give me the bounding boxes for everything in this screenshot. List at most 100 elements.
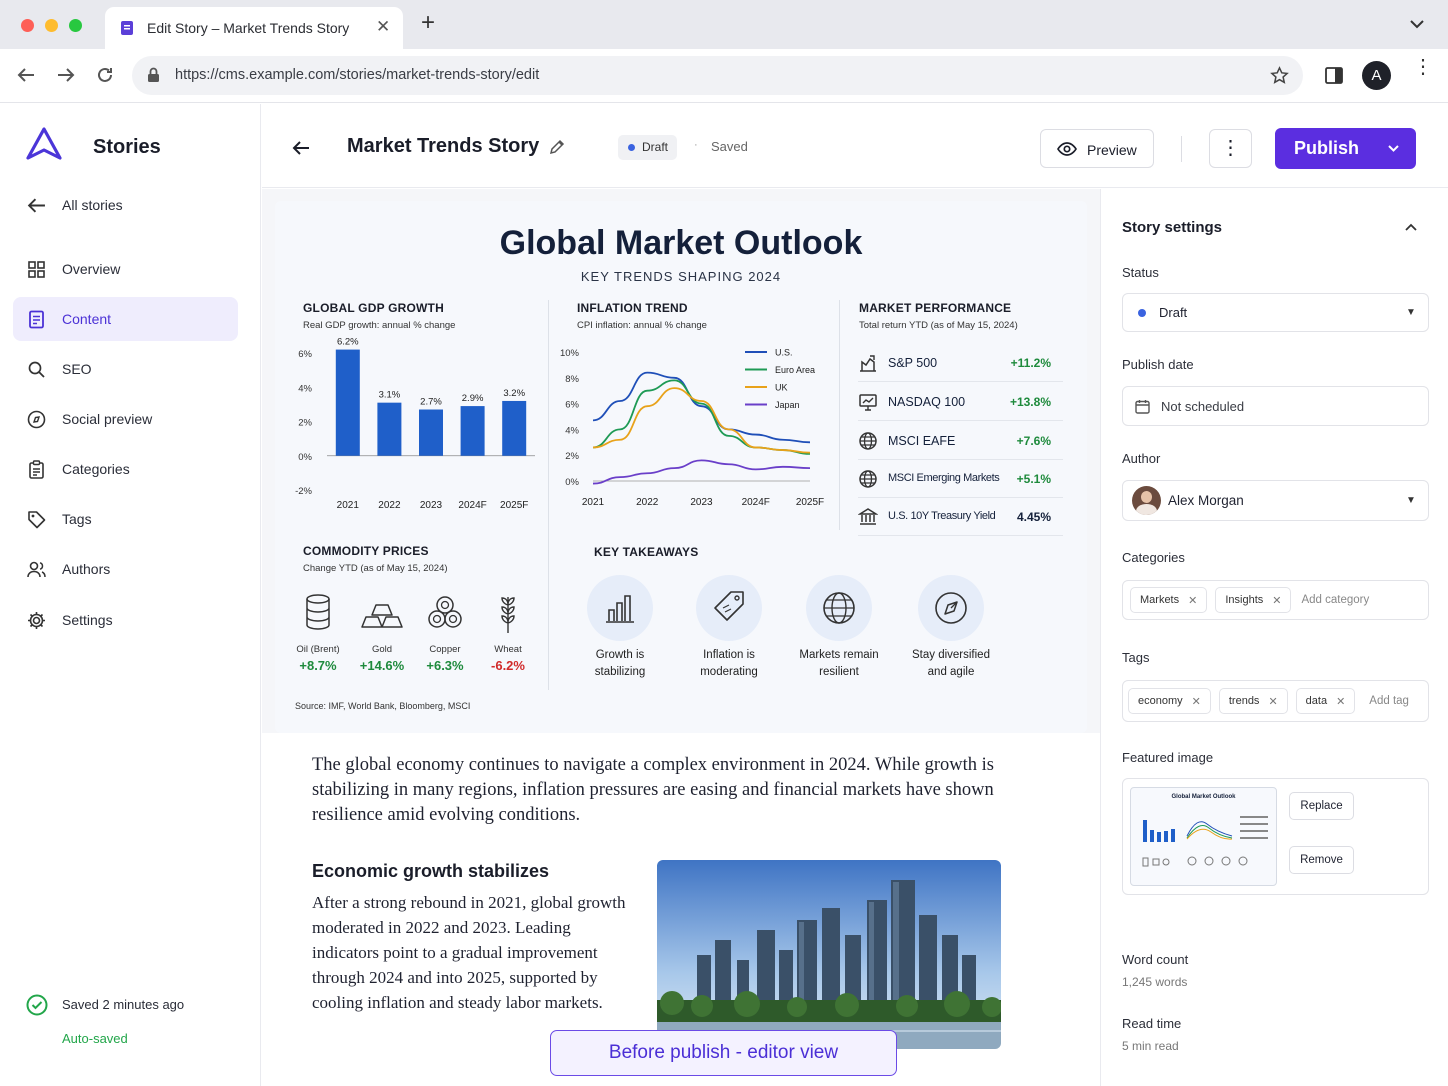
- x-tick-label: 2022: [378, 500, 401, 511]
- bar-data-label: 3.1%: [379, 390, 401, 401]
- replace-image-button[interactable]: Replace: [1289, 792, 1354, 820]
- sidebar-item-content[interactable]: Content: [13, 297, 238, 341]
- minimize-window-button[interactable]: [45, 19, 58, 32]
- profile-avatar[interactable]: A: [1362, 61, 1391, 90]
- commodity-item: Gold +14.6%: [352, 593, 412, 673]
- app-name: Stories: [93, 136, 161, 158]
- back-arrow-icon[interactable]: [292, 140, 310, 156]
- publish-button[interactable]: Publish: [1275, 128, 1416, 169]
- maximize-window-button[interactable]: [69, 19, 82, 32]
- story-settings-panel: Story settings Status Draft ▼ Publish da…: [1100, 189, 1448, 1086]
- chart-icon: [860, 355, 876, 372]
- index-name: U.S. 10Y Treasury Yield: [888, 510, 996, 522]
- tags-label: Tags: [1122, 650, 1150, 665]
- sidebar-item-settings[interactable]: Settings: [13, 598, 238, 642]
- all-stories-link[interactable]: All stories: [13, 183, 238, 227]
- takeaway-line-1: Stay diversified: [912, 649, 990, 661]
- browser-menu-icon[interactable]: ⋮: [1413, 57, 1433, 77]
- close-window-button[interactable]: [21, 19, 34, 32]
- tag-chip[interactable]: economy ✕: [1128, 688, 1211, 714]
- remove-chip-icon[interactable]: ✕: [1192, 695, 1201, 708]
- index-return: +13.8%: [1009, 395, 1051, 409]
- commodity-item: Copper +6.3%: [415, 593, 475, 673]
- divider: [1181, 136, 1182, 162]
- author-select[interactable]: Alex Morgan ▼: [1122, 480, 1429, 521]
- back-arrow-icon[interactable]: [17, 67, 35, 83]
- bar-2023: [419, 409, 443, 456]
- remove-chip-icon[interactable]: ✕: [1188, 594, 1197, 607]
- featured-image-thumbnail[interactable]: Global Market Outlook: [1130, 787, 1277, 886]
- add-category-input[interactable]: Add category: [1301, 594, 1369, 606]
- settings-title: Story settings: [1122, 219, 1223, 236]
- bar-data-label: 2.7%: [420, 397, 442, 408]
- chevron-up-icon[interactable]: [1405, 223, 1417, 231]
- x-tick-label: 2022: [636, 497, 659, 508]
- tag-chip-label: trends: [1228, 695, 1260, 707]
- globe-icon: [823, 592, 855, 624]
- section-heading[interactable]: Economic growth stabilizes: [312, 861, 549, 882]
- close-tab-icon[interactable]: ✕: [376, 17, 390, 37]
- address-bar[interactable]: https://cms.example.com/stories/market-t…: [132, 56, 1303, 95]
- add-tag-input[interactable]: Add tag: [1369, 695, 1409, 707]
- tags-field[interactable]: economy ✕ trends ✕ data ✕ Add tag: [1122, 680, 1429, 722]
- sidebar-item-seo[interactable]: SEO: [13, 347, 238, 391]
- bar-2021: [335, 349, 360, 456]
- status-select[interactable]: Draft ▼: [1122, 293, 1429, 332]
- performance-row: U.S. 10Y Treasury Yield 4.45%: [858, 498, 1063, 536]
- tag-chip[interactable]: data ✕: [1295, 688, 1356, 714]
- sidebar-item-authors[interactable]: Authors: [13, 547, 238, 591]
- sidebar-item-label: Content: [62, 311, 112, 327]
- tag-chip[interactable]: trends ✕: [1218, 688, 1288, 714]
- series-line-japan: [592, 459, 811, 485]
- oil-barrel-icon: [306, 594, 330, 630]
- sidebar-item-social-preview[interactable]: Social preview: [13, 397, 238, 441]
- x-tick-label: 2021: [582, 497, 605, 508]
- more-options-button[interactable]: ⋮: [1209, 129, 1252, 168]
- takeaways-heading: KEY TAKEAWAYS: [594, 545, 699, 559]
- sidebar-item-label: Categories: [62, 461, 130, 477]
- all-stories-label: All stories: [62, 197, 123, 213]
- category-chip-label: Insights: [1225, 594, 1264, 606]
- y-tick-label: 8%: [565, 374, 579, 385]
- calendar-icon: [1135, 400, 1150, 414]
- publish-date-field[interactable]: Not scheduled: [1122, 386, 1429, 426]
- remove-chip-icon[interactable]: ✕: [1272, 594, 1281, 607]
- sidebar-item-categories[interactable]: Categories: [13, 447, 238, 491]
- reload-icon[interactable]: [96, 66, 114, 84]
- article-body[interactable]: The global economy continues to navigate…: [262, 733, 1100, 1086]
- index-return: 4.45%: [1016, 510, 1051, 524]
- index-return: +5.1%: [1016, 472, 1051, 486]
- y-tick-label: 0%: [565, 477, 579, 488]
- section-paragraph[interactable]: After a strong rebound in 2021, global g…: [312, 890, 634, 1015]
- chevron-down-icon[interactable]: [1410, 20, 1424, 29]
- remove-chip-icon[interactable]: ✕: [1336, 695, 1345, 708]
- forward-arrow-icon[interactable]: [57, 67, 75, 83]
- separator-dot: ·: [694, 139, 698, 151]
- city-skyline-image[interactable]: [657, 860, 1001, 1049]
- editor-header: Market Trends Story Draft · Saved Previe…: [262, 104, 1448, 188]
- category-chip[interactable]: Markets ✕: [1130, 587, 1208, 613]
- divider: [839, 300, 840, 530]
- sidebar-item-overview[interactable]: Overview: [13, 247, 238, 291]
- intro-paragraph[interactable]: The global economy continues to navigate…: [312, 753, 1002, 828]
- browser-tab[interactable]: Edit Story – Market Trends Story ✕: [105, 7, 403, 49]
- y-tick-label: 4%: [565, 425, 579, 436]
- remove-image-button[interactable]: Remove: [1289, 846, 1354, 874]
- sidebar-toggle-icon[interactable]: [1325, 67, 1343, 84]
- new-tab-button[interactable]: +: [421, 11, 435, 35]
- caret-down-icon: ▼: [1406, 307, 1416, 318]
- commodity-change: +14.6%: [359, 658, 405, 673]
- commodity-item: Oil (Brent) +8.7%: [288, 593, 348, 673]
- categories-field[interactable]: Markets ✕ Insights ✕ Add category: [1122, 580, 1429, 620]
- remove-chip-icon[interactable]: ✕: [1268, 695, 1277, 708]
- document-icon: [121, 21, 133, 35]
- legend-label: Japan: [775, 400, 800, 410]
- preview-button[interactable]: Preview: [1040, 129, 1154, 168]
- star-icon[interactable]: [1270, 66, 1289, 85]
- monitor-icon: [859, 394, 877, 411]
- sidebar-item-tags[interactable]: Tags: [13, 497, 238, 541]
- legend-label: U.S.: [775, 348, 793, 358]
- category-chip[interactable]: Insights ✕: [1215, 587, 1292, 613]
- pencil-icon[interactable]: [549, 139, 565, 155]
- chevron-down-icon[interactable]: [1388, 145, 1399, 152]
